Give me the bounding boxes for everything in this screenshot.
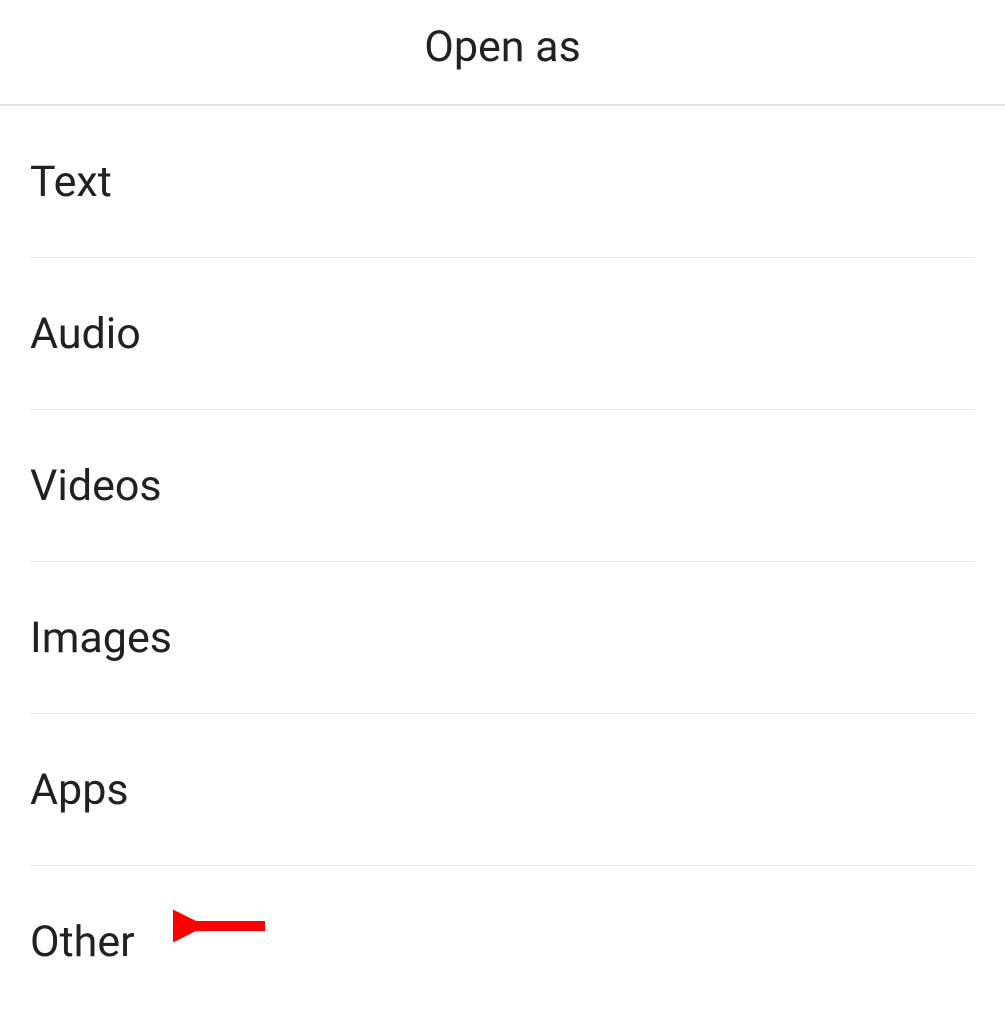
list-item-label: Text: [30, 157, 112, 207]
list-item-text[interactable]: Text: [30, 106, 975, 258]
list-item-videos[interactable]: Videos: [30, 410, 975, 562]
dialog-title: Open as: [0, 0, 1005, 106]
list-item-images[interactable]: Images: [30, 562, 975, 714]
list-item-label: Other: [30, 917, 135, 967]
open-as-list: Text Audio Videos Images Apps Other: [0, 106, 1005, 1018]
list-item-label: Videos: [30, 461, 162, 511]
list-item-label: Audio: [30, 309, 141, 359]
list-item-audio[interactable]: Audio: [30, 258, 975, 410]
list-item-label: Apps: [30, 765, 129, 815]
list-item-label: Images: [30, 613, 172, 663]
list-item-other[interactable]: Other: [30, 866, 975, 1018]
list-item-apps[interactable]: Apps: [30, 714, 975, 866]
